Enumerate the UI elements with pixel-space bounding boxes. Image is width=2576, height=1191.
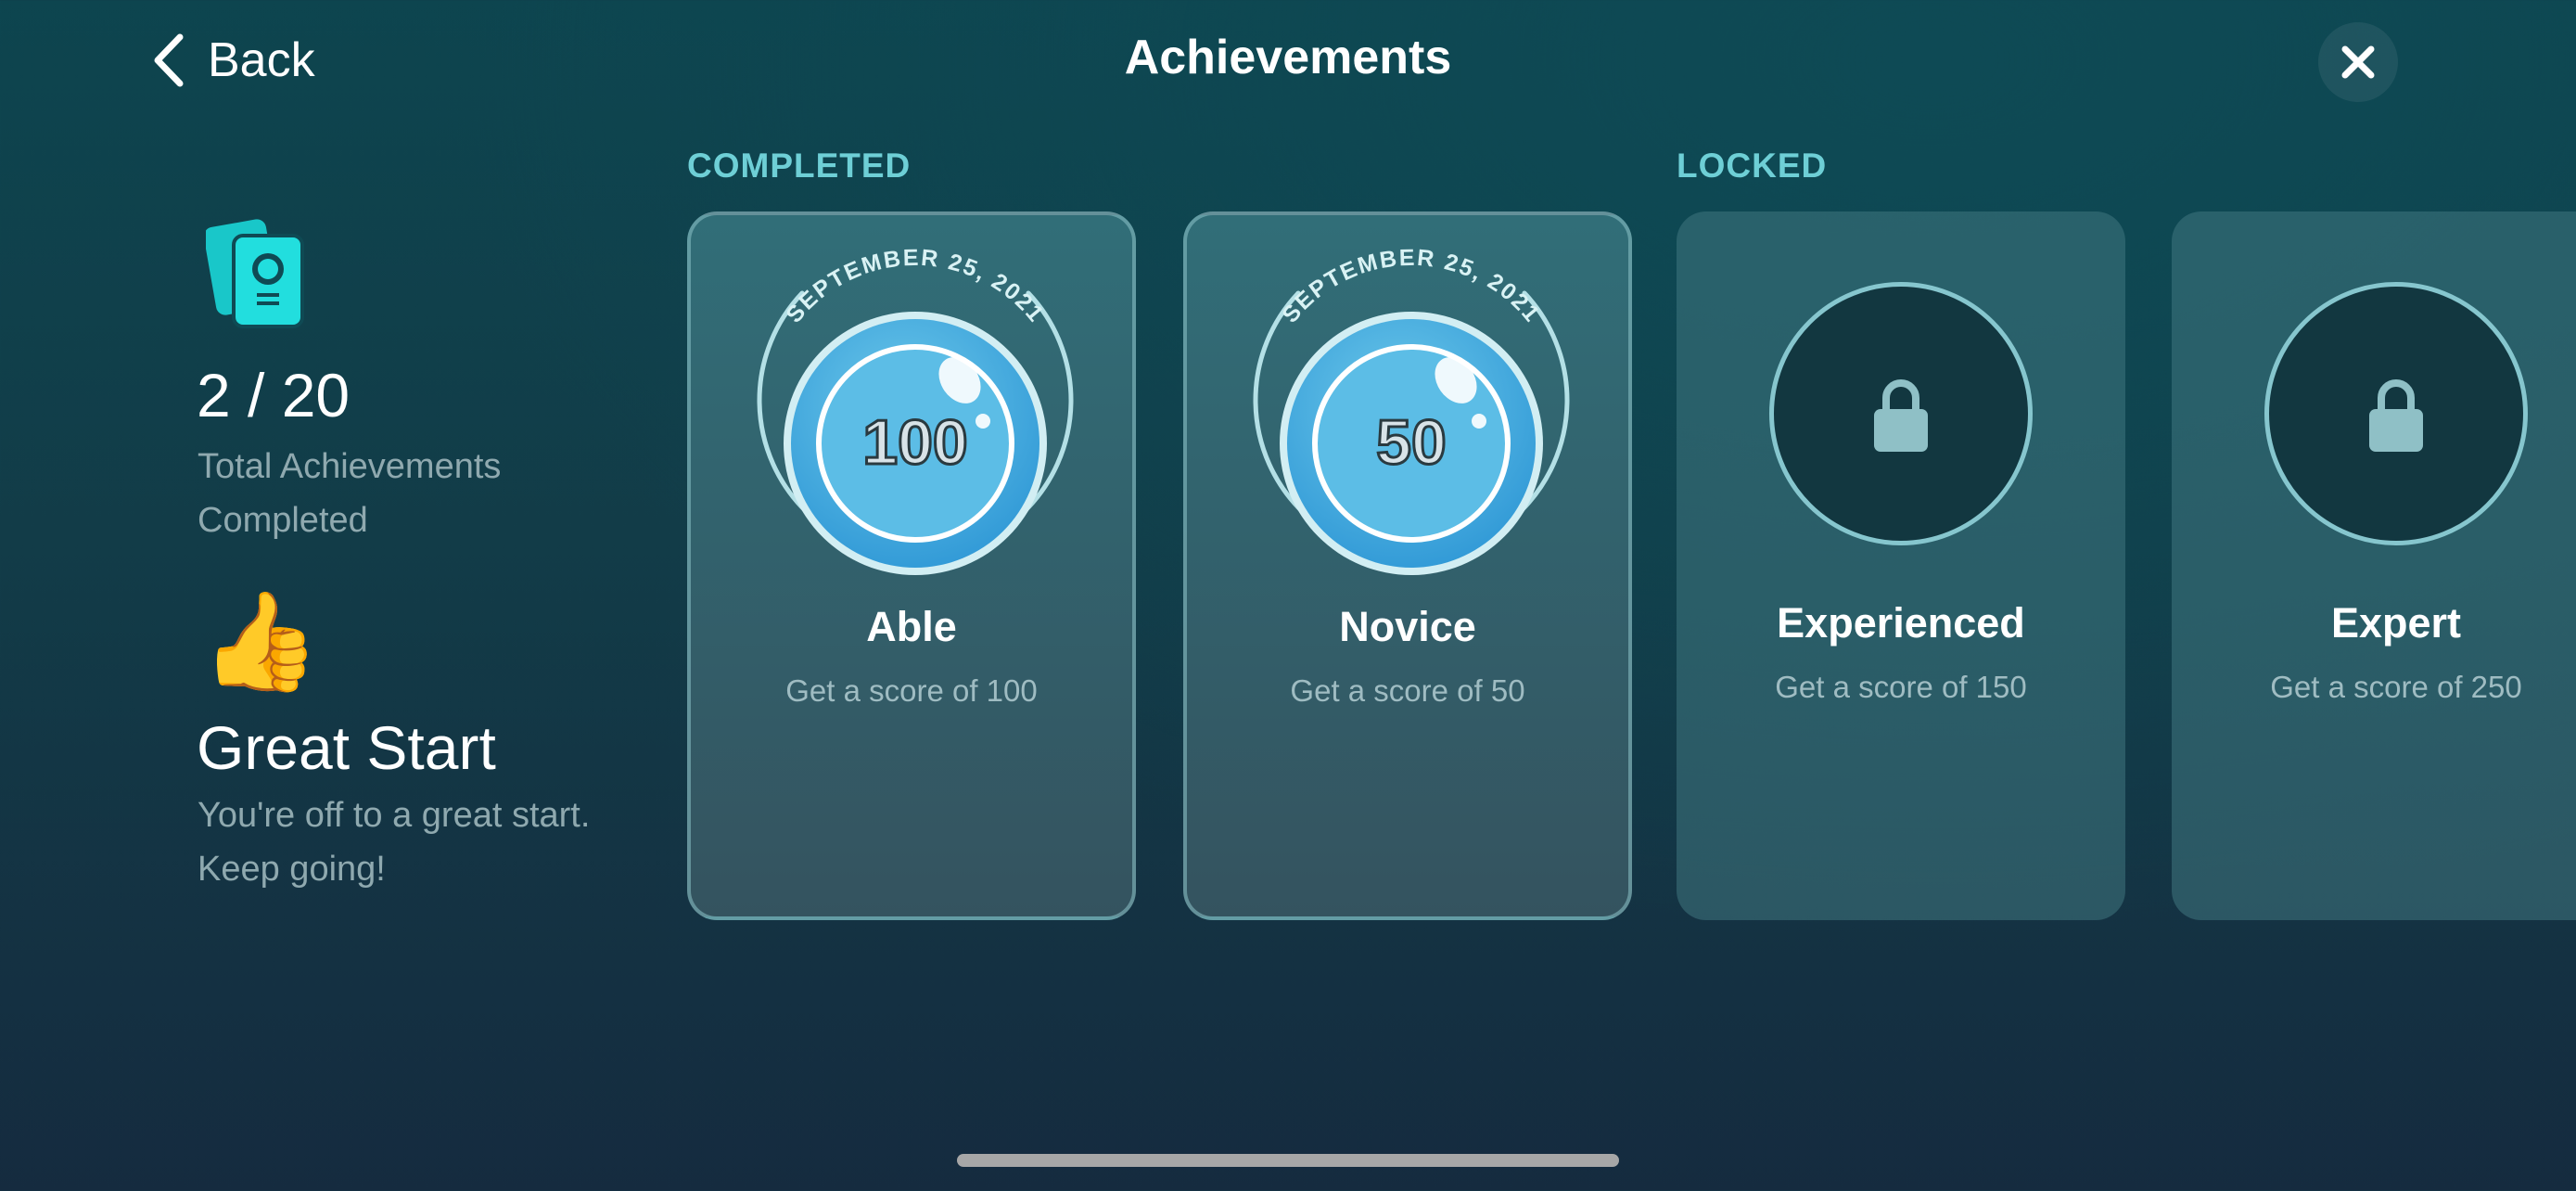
achievement-name: Expert (2330, 599, 2462, 647)
achievement-name: Novice (1339, 603, 1476, 650)
lock-icon (2369, 379, 2423, 452)
achievement-card-expert[interactable]: Expert Get a score of 250 (2172, 211, 2576, 920)
status-description: You're off to a great start. Keep going! (198, 796, 591, 889)
achievement-description: Get a score of 100 (785, 673, 1038, 708)
locked-badge (1769, 282, 2033, 545)
score-badge-icon: SEPTEMBER 25, 2021 100 (757, 245, 1074, 575)
achievement-cards-icon (206, 219, 304, 328)
achievement-description: Get a score of 150 (1775, 670, 2027, 704)
achievement-name: Able (866, 603, 957, 650)
achievement-description: Get a score of 250 (2270, 670, 2522, 704)
locked-heading: LOCKED (1677, 147, 1828, 185)
achievement-card-able[interactable]: SEPTEMBER 25, 2021 100 Able Get a score … (687, 211, 1136, 920)
page-title: Achievements (1124, 31, 1452, 84)
badge-value: 50 (1376, 407, 1447, 478)
achievement-description: Get a score of 50 (1290, 673, 1525, 708)
thumbs-up-icon: 👍 (200, 588, 321, 696)
badge-value: 100 (862, 407, 967, 478)
achievement-count: 2 / 20 (197, 361, 351, 429)
status-title: Great Start (197, 713, 496, 782)
close-button[interactable] (2318, 22, 2398, 102)
achievement-count-label: Total Achievements Completed (198, 447, 502, 540)
score-badge-icon: SEPTEMBER 25, 2021 50 (1253, 245, 1570, 575)
lock-icon (1874, 379, 1928, 452)
achievement-card-novice[interactable]: SEPTEMBER 25, 2021 50 Novice Get a score… (1183, 211, 1632, 920)
completed-heading: COMPLETED (687, 147, 912, 185)
achievement-card-experienced[interactable]: Experienced Get a score of 150 (1677, 211, 2125, 920)
close-icon (2341, 45, 2375, 79)
home-indicator[interactable] (957, 1154, 1619, 1167)
achievement-name: Experienced (1777, 599, 2025, 647)
locked-badge (2264, 282, 2528, 545)
